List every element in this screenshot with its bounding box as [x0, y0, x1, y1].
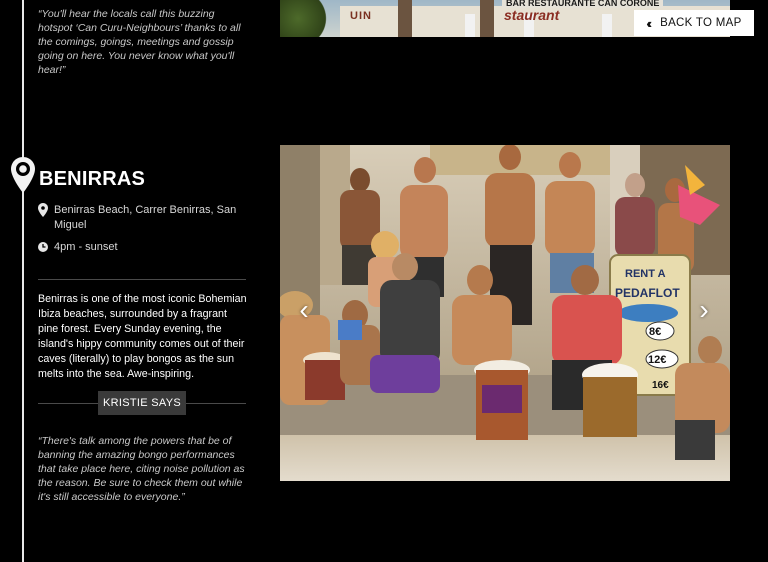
back-to-map-label: BACK TO MAP — [660, 17, 742, 29]
location-photo: RENT A PEDAFLOT 8€ 12€ 16€ — [280, 145, 730, 481]
kristie-says-badge: KRISTIE SAYS — [98, 391, 186, 415]
hours-row: 4pm - sunset — [38, 240, 246, 255]
photo-sign-main: staurant — [504, 7, 560, 23]
clock-icon — [38, 242, 48, 252]
sign-pedaflot: PEDAFLOT — [615, 286, 680, 300]
sign-price-2: 12€ — [648, 354, 666, 366]
back-to-map-button[interactable]: ‹‹ BACK TO MAP — [634, 10, 754, 36]
photo-sign-left: UIN — [350, 10, 372, 22]
location-title: BENIRRAS — [39, 168, 146, 190]
location-marker-icon — [11, 157, 35, 193]
chevron-left-icon: ‹ — [299, 294, 309, 325]
location-description: Benirras is one of the most iconic Bohem… — [38, 293, 247, 380]
previous-location-quote: “You'll hear the locals call this buzzin… — [38, 8, 241, 76]
timeline-line — [22, 0, 24, 562]
carousel-prev-button[interactable]: ‹ — [294, 295, 314, 325]
chevron-right-icon: › — [699, 294, 709, 325]
sign-price-1: 8€ — [649, 326, 661, 338]
hours-text: 4pm - sunset — [54, 241, 118, 253]
map-pin-icon — [38, 203, 48, 217]
sign-price-3: 16€ — [652, 380, 669, 391]
sign-rent: RENT A — [625, 268, 666, 280]
section-divider — [38, 279, 246, 280]
address-row: Benirras Beach, Carrer Benirras, San Mig… — [38, 203, 246, 233]
address-text: Benirras Beach, Carrer Benirras, San Mig… — [54, 204, 237, 231]
carousel-next-button[interactable]: › — [694, 295, 714, 325]
double-chevron-left-icon: ‹‹ — [646, 15, 651, 31]
kristie-quote: “There's talk among the powers that be o… — [38, 435, 245, 503]
